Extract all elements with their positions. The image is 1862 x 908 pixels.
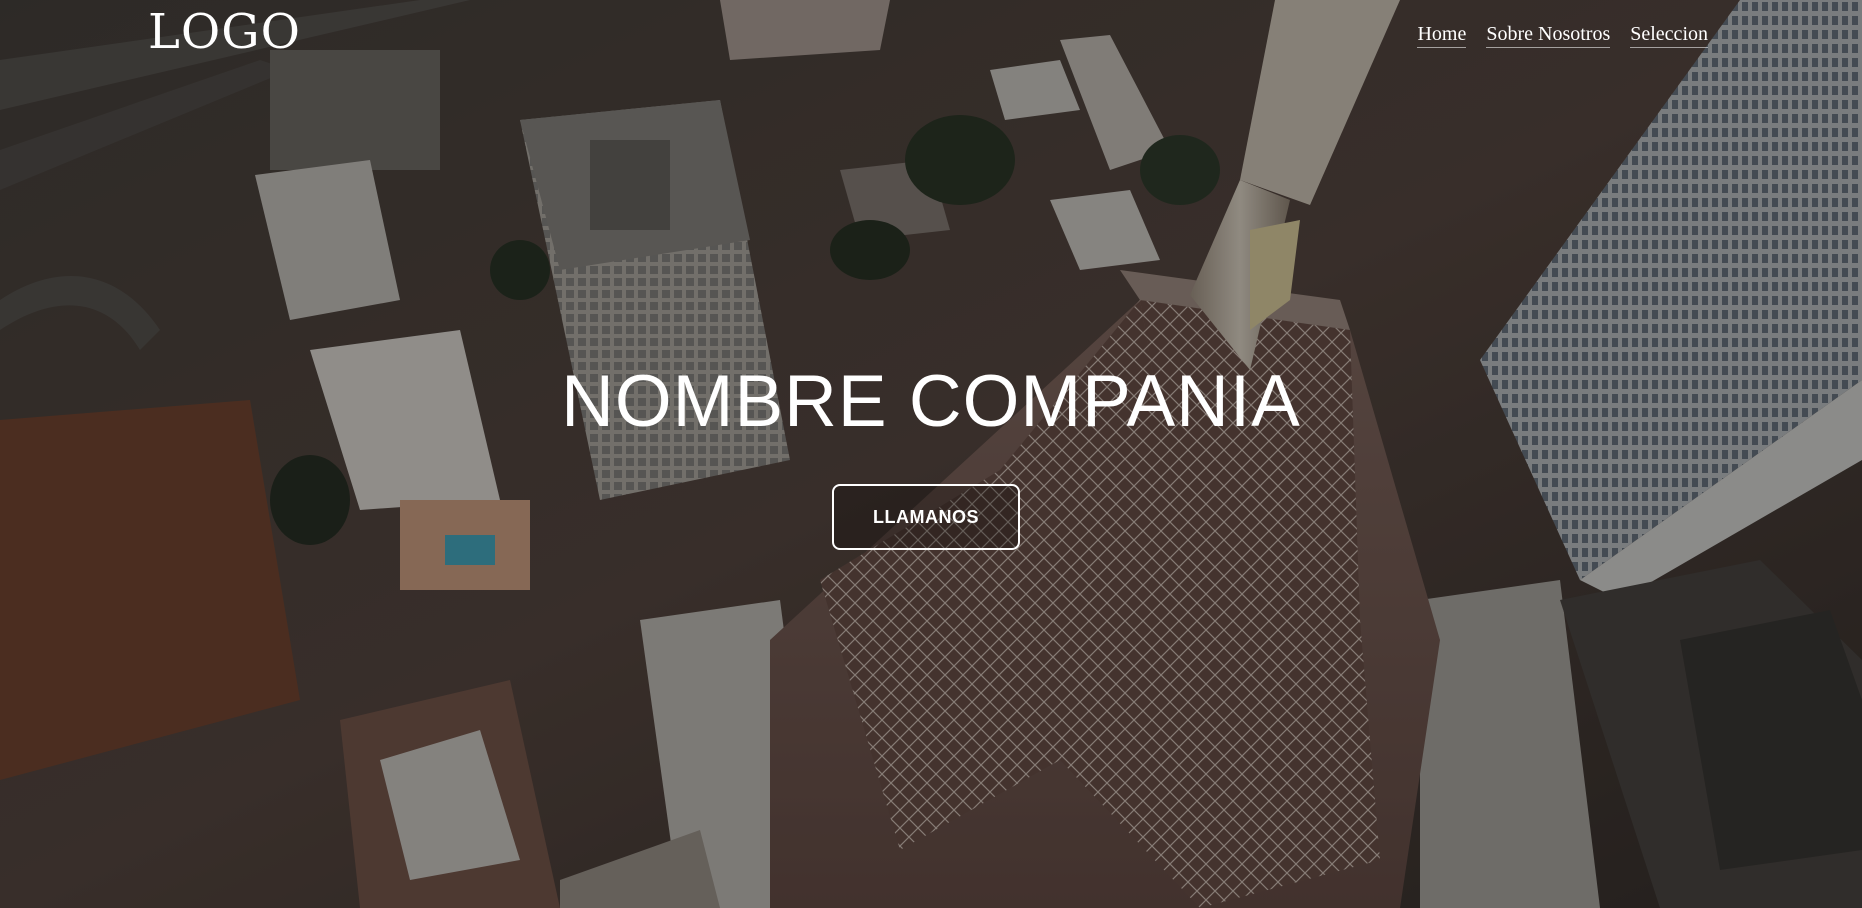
nav-link-seleccion[interactable]: Seleccion [1630, 22, 1708, 48]
logo[interactable]: LOGO [148, 2, 301, 62]
hero-section: LOGO Home Sobre Nosotros Seleccion NOMBR… [0, 0, 1862, 908]
nav-link-home[interactable]: Home [1417, 22, 1467, 48]
main-nav: Home Sobre Nosotros Seleccion [1417, 22, 1708, 48]
dark-overlay [0, 0, 1862, 908]
company-name-title: NOMBRE COMPANIA [561, 361, 1301, 442]
nav-link-sobre-nosotros[interactable]: Sobre Nosotros [1486, 22, 1611, 48]
llamanos-button[interactable]: LLAMANOS [832, 484, 1020, 550]
